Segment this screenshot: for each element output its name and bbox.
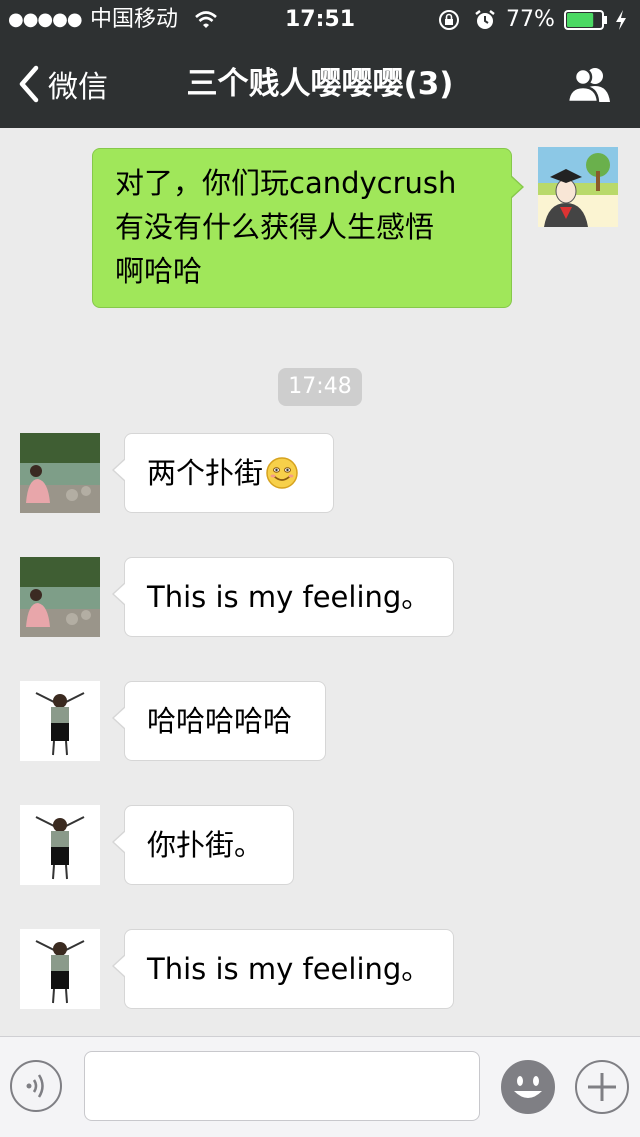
- smiley-emoji: [266, 457, 298, 489]
- message-bubble-incoming[interactable]: This is my feeling。: [112, 557, 454, 637]
- battery-percent: 77%: [506, 7, 555, 32]
- message-line: 啊哈哈: [115, 254, 203, 288]
- emoji-icon[interactable]: [500, 1059, 556, 1115]
- message-list[interactable]: 对了，你们玩candycrush 有没有什么获得人生感悟 啊哈哈 17:48 两…: [0, 128, 640, 1036]
- cartoon-girl-avatar[interactable]: [20, 805, 100, 885]
- alarm-icon: [475, 10, 495, 29]
- plus-icon[interactable]: [574, 1059, 630, 1115]
- message-bubble-incoming[interactable]: 哈哈哈哈哈: [112, 681, 326, 761]
- voice-icon[interactable]: [9, 1059, 63, 1113]
- charging-bolt-icon: [616, 10, 626, 30]
- cartoon-girl-avatar[interactable]: [20, 681, 100, 761]
- message-input[interactable]: [84, 1051, 480, 1121]
- message-bubble-incoming[interactable]: 你扑街。: [112, 805, 294, 885]
- message-line: 有没有什么获得人生感悟: [115, 210, 435, 244]
- battery-icon: [564, 10, 607, 30]
- girl-riverside-photo-avatar[interactable]: [20, 557, 100, 637]
- message-text: 哈哈哈哈哈: [147, 704, 293, 738]
- status-bar: ●●●●● 中国移动 17:51 77%: [0, 0, 640, 40]
- message-text: This is my feeling。: [147, 952, 431, 986]
- graduate-drawing-avatar[interactable]: [538, 147, 618, 227]
- message-bubble-incoming[interactable]: 两个扑街: [112, 433, 334, 513]
- chat-title: 三个贱人嘤嘤嘤(3): [186, 66, 454, 102]
- message-bubble-incoming[interactable]: This is my feeling。: [112, 929, 454, 1009]
- cartoon-girl-avatar[interactable]: [20, 929, 100, 1009]
- message-line: 对了，你们玩candycrush: [115, 166, 457, 200]
- top-bar: ●●●●● 中国移动 17:51 77% 微信 三个贱人嘤嘤嘤(3): [0, 0, 640, 128]
- group-members-icon[interactable]: [566, 64, 612, 104]
- input-bar: [0, 1036, 640, 1137]
- girl-riverside-photo-avatar[interactable]: [20, 433, 100, 513]
- timestamp-chip: 17:48: [278, 368, 362, 406]
- message-bubble-outgoing[interactable]: 对了，你们玩candycrush 有没有什么获得人生感悟 啊哈哈: [92, 148, 524, 308]
- message-text: 你扑街。: [147, 828, 264, 862]
- message-text: This is my feeling。: [147, 580, 431, 614]
- nav-bar: 微信 三个贱人嘤嘤嘤(3): [0, 40, 640, 128]
- message-text: 两个扑街: [147, 456, 264, 490]
- orientation-lock-icon: [439, 10, 459, 30]
